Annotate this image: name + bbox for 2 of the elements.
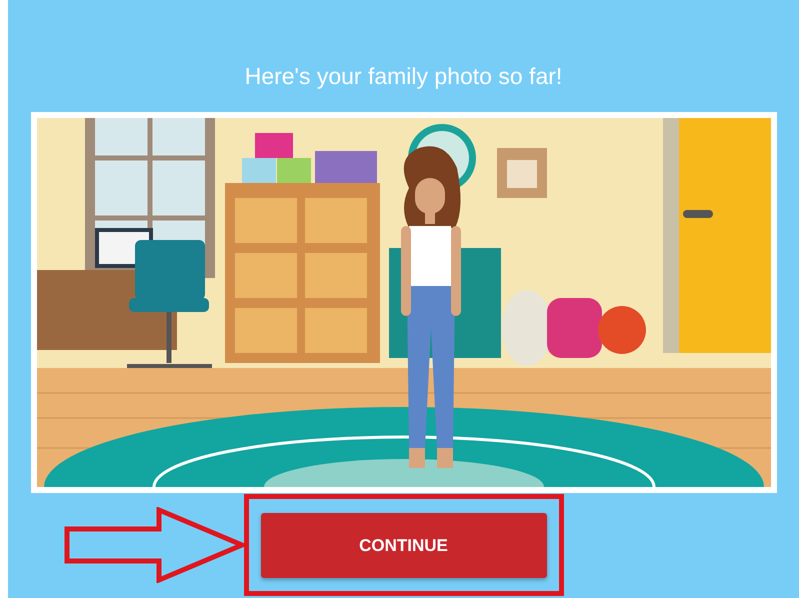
- continue-button[interactable]: CONTINUE: [260, 513, 546, 578]
- page-heading: Here's your family photo so far!: [244, 62, 562, 91]
